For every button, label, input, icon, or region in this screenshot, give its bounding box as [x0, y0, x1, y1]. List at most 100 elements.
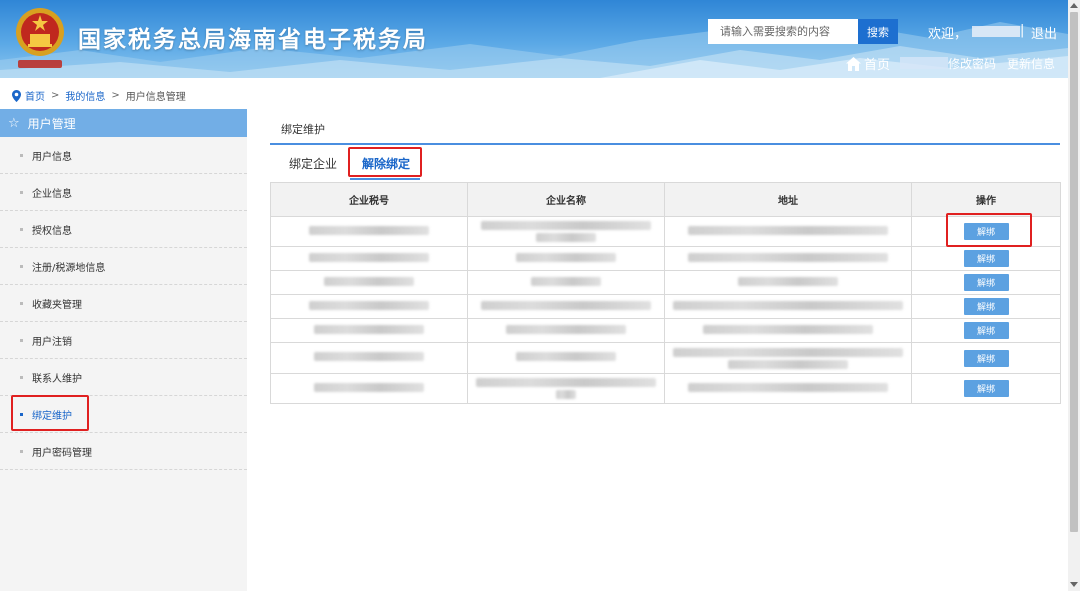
section-title: 绑定维护 [281, 123, 325, 136]
bullet-icon [20, 190, 23, 194]
bullet-icon [20, 264, 23, 268]
tax-id-cell [270, 294, 468, 319]
sidebar-item-registration[interactable]: 注册/税源地信息 [0, 248, 247, 285]
action-cell: 解绑 [911, 270, 1061, 295]
address-cell [664, 270, 912, 295]
tax-id-cell [270, 373, 468, 404]
change-password-link[interactable]: 修改密码 [948, 55, 996, 72]
location-pin-icon [12, 89, 21, 102]
bullet-icon [20, 227, 23, 231]
annotation-highlight-unbind [946, 213, 1032, 247]
tax-id-cell [270, 270, 468, 295]
table-header-row: 企业税号 企业名称 地址 操作 [270, 182, 1061, 217]
search-input[interactable] [708, 19, 858, 44]
action-cell: 解绑 [911, 373, 1061, 404]
sidebar-item-label: 用户密码管理 [32, 447, 92, 459]
table-row: 解绑 [270, 342, 1061, 374]
address-cell [664, 373, 912, 404]
action-cell: 解绑 [911, 246, 1061, 271]
column-header-address: 地址 [664, 182, 912, 217]
breadcrumb: 首页 > 我的信息 > 用户信息管理 [12, 88, 186, 103]
company-name-cell [467, 373, 665, 404]
update-info-link[interactable]: 更新信息 [1007, 55, 1055, 72]
bullet-icon [20, 153, 23, 157]
tax-id-cell [270, 216, 468, 247]
address-cell [664, 216, 912, 247]
sidebar-item-password[interactable]: 用户密码管理 [0, 433, 247, 470]
unbind-button[interactable]: 解绑 [963, 349, 1009, 367]
sidebar-item-label: 联系人维护 [32, 373, 82, 385]
bullet-icon [20, 301, 23, 305]
scroll-down-arrow-icon[interactable] [1070, 582, 1078, 587]
address-cell [664, 342, 912, 374]
sidebar-item-label: 用户信息 [32, 151, 72, 163]
emblem-caption-icon [18, 60, 62, 68]
unbind-button[interactable]: 解绑 [963, 298, 1009, 315]
breadcrumb-home[interactable]: 首页 [25, 88, 45, 103]
breadcrumb-my-info[interactable]: 我的信息 [65, 88, 105, 103]
table-row: 解绑 [270, 246, 1061, 271]
page-scrollbar[interactable] [1068, 0, 1080, 591]
sidebar-item-label: 企业信息 [32, 188, 72, 200]
column-header-company-name: 企业名称 [467, 182, 665, 217]
sidebar-item-company-info[interactable]: 企业信息 [0, 174, 247, 211]
sidebar-item-label: 授权信息 [32, 225, 72, 237]
tax-id-cell [270, 342, 468, 374]
sidebar-item-contacts[interactable]: 联系人维护 [0, 359, 247, 396]
logout-link[interactable]: 退出 [1031, 23, 1057, 42]
table-row: 解绑 [270, 216, 1061, 247]
tax-emblem-icon [16, 8, 64, 56]
sidebar-item-user-info[interactable]: 用户信息 [0, 137, 247, 174]
company-name-cell [467, 318, 665, 343]
sidebar-item-label: 注册/税源地信息 [32, 262, 106, 274]
site-title: 国家税务总局海南省电子税务局 [78, 27, 428, 53]
sidebar-header[interactable]: ☆ 用户管理 [0, 109, 247, 137]
tax-id-cell [270, 246, 468, 271]
table-row: 解绑 [270, 294, 1061, 319]
welcome-text: 欢迎， [928, 27, 968, 42]
home-link[interactable]: 首页 [846, 54, 890, 73]
sidebar-header-label: 用户管理 [27, 116, 76, 131]
sidebar-item-authorization[interactable]: 授权信息 [0, 211, 247, 248]
table-row: 解绑 [270, 270, 1061, 295]
column-header-action: 操作 [911, 182, 1061, 217]
search-button[interactable]: 搜索 [858, 19, 898, 44]
username-redacted [972, 26, 1020, 37]
site-header: 国家税务总局海南省电子税务局 搜索 欢迎， | 退出 首页 修改密码 更新信息 [0, 0, 1068, 78]
company-name-cell [467, 216, 665, 247]
action-cell: 解绑 [911, 342, 1061, 374]
sidebar-item-label: 用户注销 [32, 336, 72, 348]
breadcrumb-current: 用户信息管理 [125, 92, 186, 103]
action-cell: 解绑 [911, 294, 1061, 319]
table-row: 解绑 [270, 373, 1061, 404]
address-cell [664, 318, 912, 343]
sidebar-item-cancel-account[interactable]: 用户注销 [0, 322, 247, 359]
header-separator: | [1020, 23, 1025, 38]
bullet-icon [20, 449, 23, 453]
tab-bind-company[interactable]: 绑定企业 [289, 155, 337, 172]
sidebar: ☆ 用户管理 用户信息 企业信息 授权信息 注册/税源地信息 收藏夹管理 用户注… [0, 109, 247, 591]
tax-id-cell [270, 318, 468, 343]
action-cell: 解绑 [911, 318, 1061, 343]
sidebar-item-label: 收藏夹管理 [32, 299, 82, 311]
company-name-cell [467, 270, 665, 295]
company-name-cell [467, 294, 665, 319]
breadcrumb-separator: > [111, 90, 120, 101]
address-cell [664, 246, 912, 271]
home-label: 首页 [864, 58, 891, 73]
sidebar-item-favorites[interactable]: 收藏夹管理 [0, 285, 247, 322]
unbind-button[interactable]: 解绑 [963, 250, 1009, 267]
bullet-icon [20, 375, 23, 379]
scroll-thumb[interactable] [1070, 12, 1078, 532]
company-name-cell [467, 246, 665, 271]
unbind-button[interactable]: 解绑 [963, 274, 1009, 291]
table-row: 解绑 [270, 318, 1061, 343]
breadcrumb-separator: > [51, 90, 60, 101]
section-divider [270, 143, 1060, 145]
column-header-tax-id: 企业税号 [270, 182, 468, 217]
star-icon: ☆ [8, 115, 20, 131]
scroll-up-arrow-icon[interactable] [1070, 3, 1078, 8]
unbind-button[interactable]: 解绑 [963, 380, 1009, 397]
account-redacted [900, 57, 948, 69]
unbind-button[interactable]: 解绑 [963, 322, 1009, 339]
